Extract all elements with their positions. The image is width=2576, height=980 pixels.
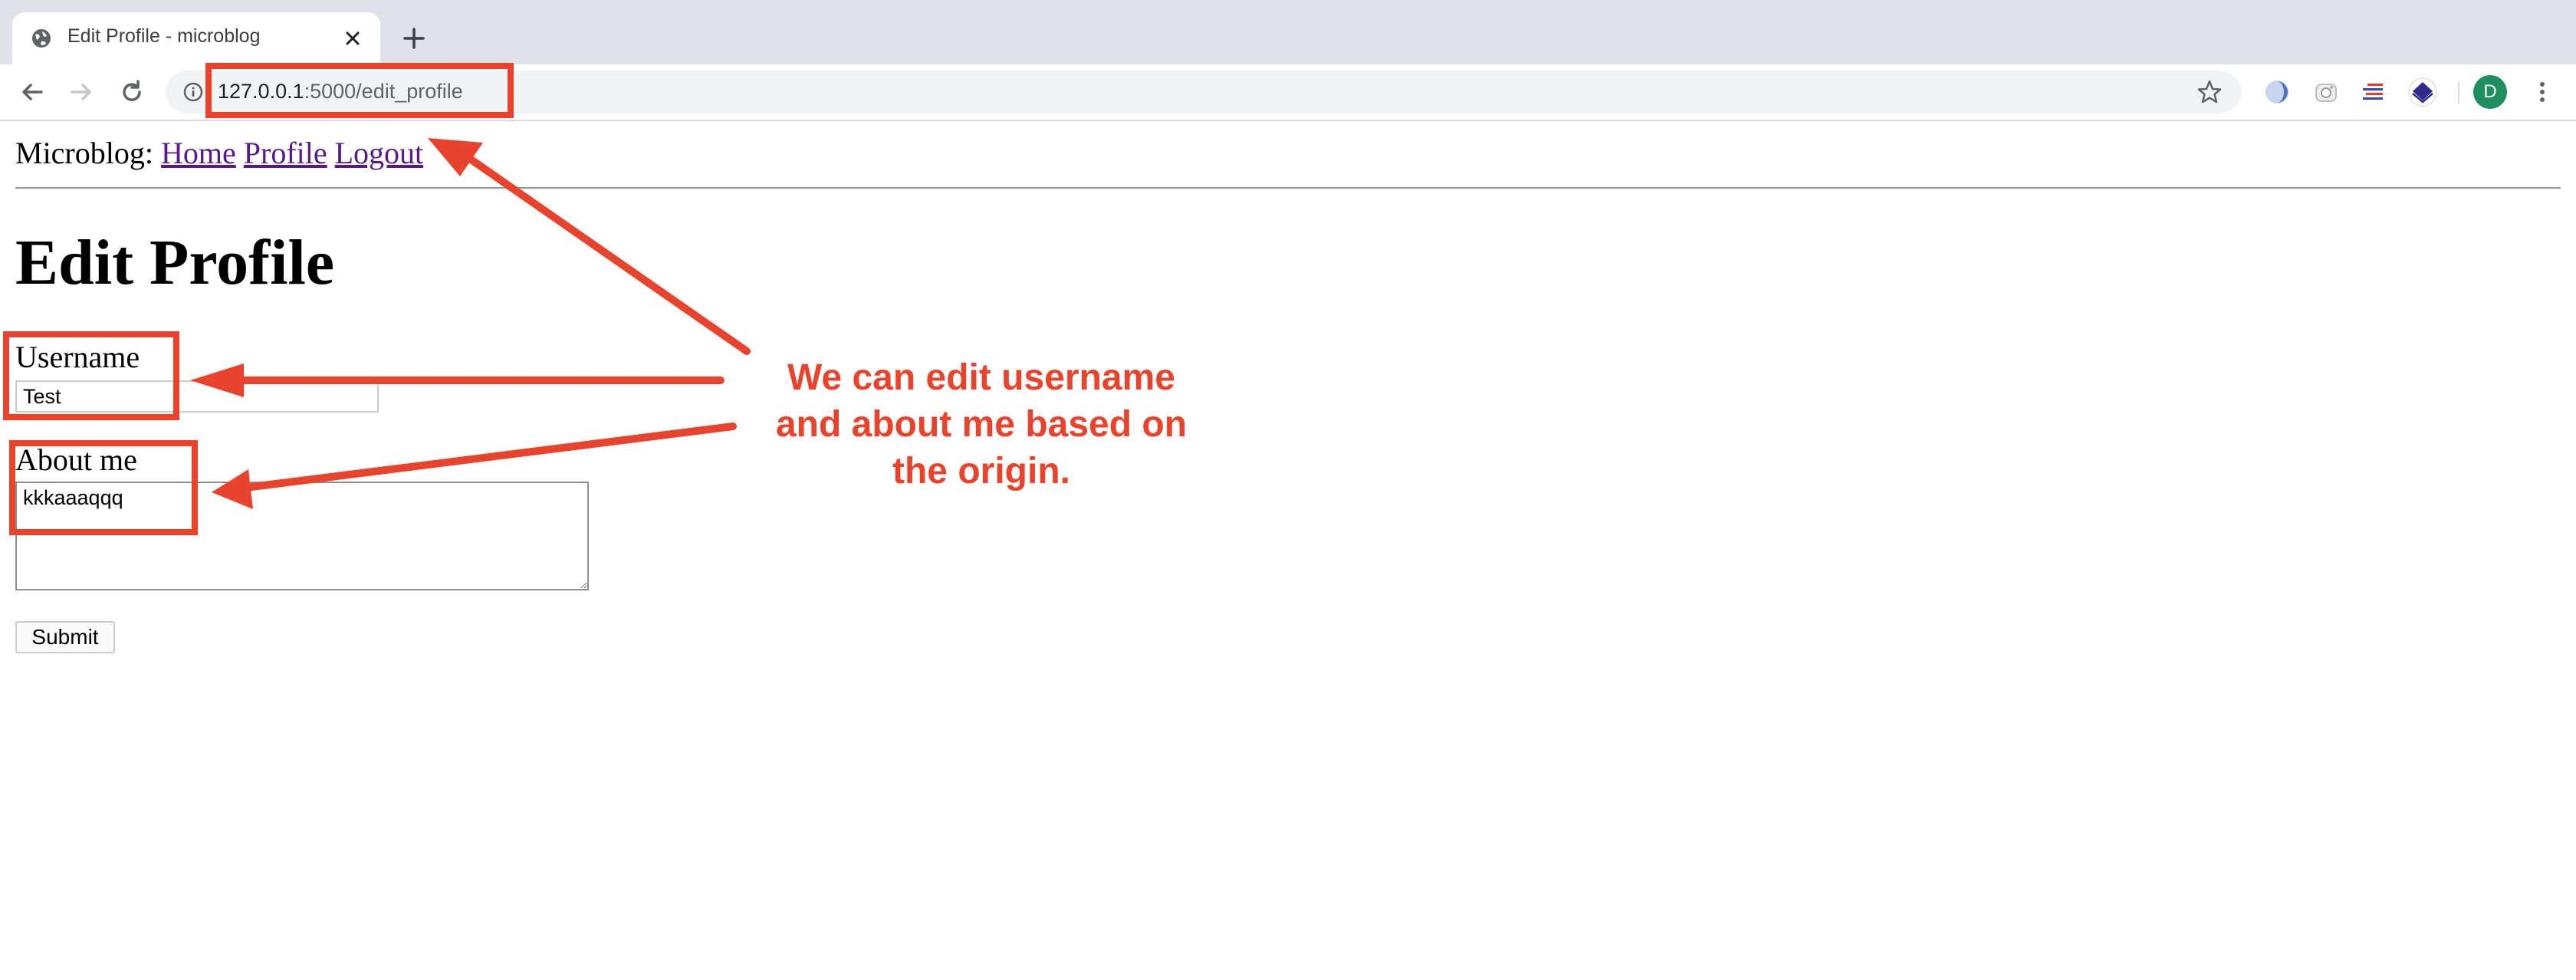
site-brand: Microblog: xyxy=(15,136,153,170)
list-extension-icon[interactable] xyxy=(2357,75,2390,109)
camera-extension-icon[interactable] xyxy=(2309,75,2343,109)
forward-icon[interactable] xyxy=(64,75,98,109)
layers-extension-icon[interactable] xyxy=(2406,75,2440,109)
annotation-line-3: the origin. xyxy=(892,451,1070,492)
profile-avatar[interactable]: D xyxy=(2473,75,2507,109)
site-nav: Microblog: Home Profile Logout xyxy=(15,135,423,171)
tab-strip: Edit Profile - microblog xyxy=(0,0,2576,64)
reload-icon[interactable] xyxy=(115,75,149,109)
submit-button[interactable]: Submit xyxy=(15,621,115,653)
annotation-text: We can edit username and about me based … xyxy=(736,354,1227,495)
toolbar-divider xyxy=(2458,81,2459,104)
new-tab-icon[interactable] xyxy=(397,21,431,55)
tab-title: Edit Profile - microblog xyxy=(67,25,261,47)
url-highlight-box xyxy=(205,63,514,118)
nav-link-logout[interactable]: Logout xyxy=(335,136,424,170)
browser-tab[interactable]: Edit Profile - microblog xyxy=(12,12,380,64)
globe-icon xyxy=(32,29,51,48)
bookmark-star-icon[interactable] xyxy=(2196,78,2223,106)
nav-link-profile[interactable]: Profile xyxy=(244,136,327,170)
horizontal-rule xyxy=(15,187,2561,189)
nav-link-home[interactable]: Home xyxy=(161,136,236,170)
annotation-line-2: and about me based on xyxy=(775,404,1188,445)
more-menu-icon[interactable] xyxy=(2527,75,2558,109)
username-highlight-box xyxy=(3,331,179,420)
extension-icon[interactable] xyxy=(2260,75,2294,109)
back-icon[interactable] xyxy=(15,75,49,109)
annotation-line-1: We can edit username xyxy=(787,357,1175,398)
page-title: Edit Profile xyxy=(15,227,335,298)
close-tab-icon[interactable] xyxy=(337,23,368,54)
info-icon[interactable] xyxy=(182,81,204,103)
page-content: Microblog: Home Profile Logout Edit Prof… xyxy=(0,121,2576,980)
about-me-highlight-box xyxy=(9,440,198,535)
